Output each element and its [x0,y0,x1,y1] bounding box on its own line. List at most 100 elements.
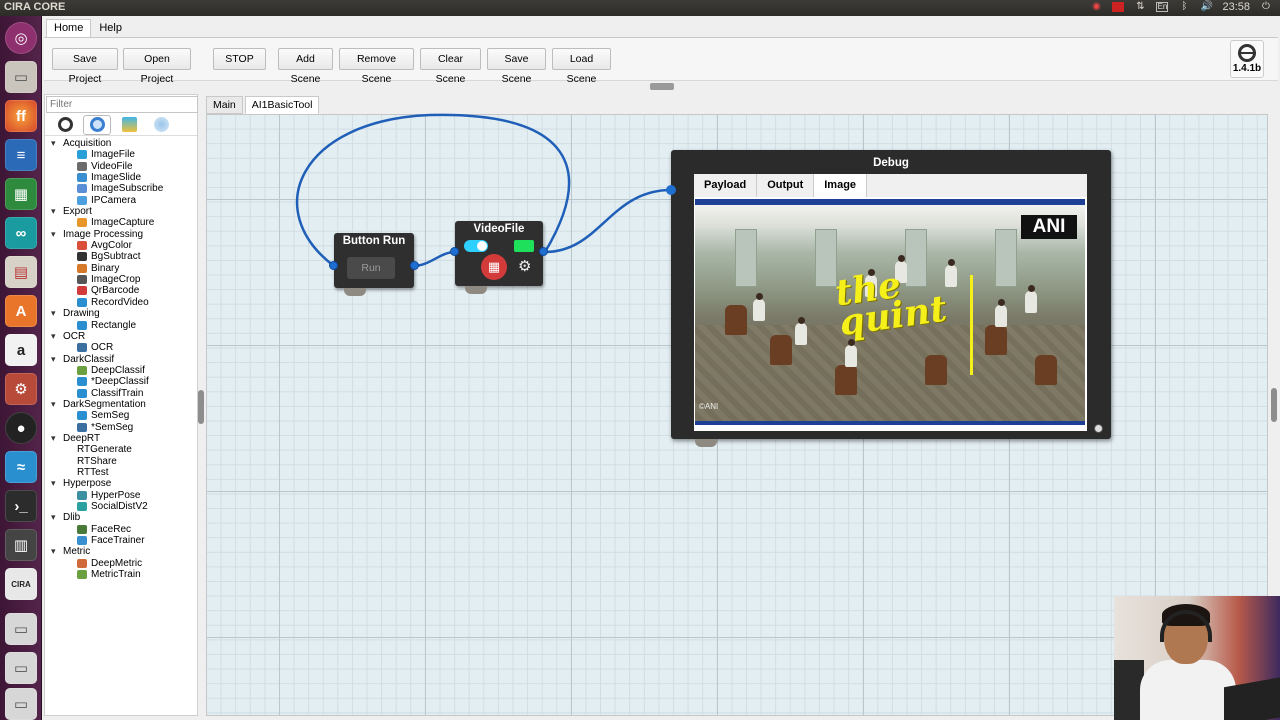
ciracore-icon[interactable]: CIRA [5,568,37,600]
app-icon[interactable]: ≈ [5,451,37,483]
tree-item[interactable]: Binary [49,263,197,274]
terminal-icon[interactable]: ›_ [5,490,37,522]
filter-input[interactable] [46,96,198,113]
drive-icon-3[interactable]: ▭ [5,688,37,720]
input-port[interactable] [666,185,676,195]
input-port[interactable] [329,261,338,270]
tab-ai1basictool[interactable]: AI1BasicTool [244,96,320,114]
tree-item[interactable]: HyperPose [49,490,197,501]
tree-item[interactable]: *SemSeg [49,422,197,433]
power-icon[interactable]: ⏻ [1260,1,1272,13]
tab-help[interactable]: Help [91,19,130,37]
amazon-icon[interactable]: a [5,334,37,366]
tab-image[interactable] [115,115,143,135]
clock[interactable]: 23:58 [1222,1,1250,13]
bluetooth-icon[interactable]: ᛒ [1178,1,1190,13]
tree-item[interactable]: RecordVideo [49,297,197,308]
ubuntu-dash-icon[interactable]: ◎ [5,22,37,54]
right-scrollbar[interactable] [1271,388,1277,422]
run-button[interactable]: Run [347,257,395,279]
volume-icon[interactable]: 🔊 [1200,1,1212,13]
chrome-icon[interactable]: ◉ [1090,1,1102,13]
left-scrollbar[interactable] [198,390,204,424]
drive-icon[interactable]: ▭ [5,613,37,645]
tree-category[interactable]: OCR [49,331,197,343]
tree-item[interactable]: ClassifTrain [49,388,197,399]
tree-item[interactable]: SemSeg [49,410,197,421]
output-port[interactable] [410,261,419,270]
tree-item[interactable]: RTGenerate [49,444,197,455]
output-port[interactable] [539,247,548,256]
film-icon[interactable]: ▦ [481,254,507,280]
tree-category[interactable]: Metric [49,546,197,558]
calc-icon[interactable]: ▦ [5,178,37,210]
tree-category[interactable]: DarkClassif [49,354,197,366]
debug-node[interactable]: Debug Payload Output Image the quint ANI… [666,150,1111,447]
tree-item[interactable]: SocialDistV2 [49,501,197,512]
tab-home[interactable]: Home [46,19,92,37]
tree-item[interactable]: RTShare [49,456,197,467]
tree-item[interactable]: ImageSubscribe [49,183,197,194]
tree-category[interactable]: Image Processing [49,229,197,241]
tree-item[interactable]: Rectangle [49,320,197,331]
tree-item[interactable]: ImageCrop [49,274,197,285]
drive-icon-2[interactable]: ▭ [5,652,37,684]
tree-item[interactable]: IPCamera [49,195,197,206]
tree-item[interactable]: MetricTrain [49,569,197,580]
monitor-icon[interactable]: ▥ [5,529,37,561]
remove-scene-button[interactable]: Remove Scene [339,48,414,85]
files-icon[interactable]: ▭ [5,61,37,93]
obs-icon[interactable]: ● [5,412,37,444]
save-project-button[interactable]: Save Project [52,48,118,85]
add-scene-button[interactable]: Add Scene [278,48,333,85]
videofile-node[interactable]: VideoFile ▦ ⚙ [450,221,548,294]
gear-icon[interactable]: ⚙ [518,257,531,275]
button-run-node[interactable]: Button Run Run [329,233,419,296]
tree-item[interactable]: OCR [49,342,197,353]
tree-item[interactable]: DeepClassif [49,365,197,376]
tree-item[interactable]: RTTest [49,467,197,478]
transfer-icon[interactable]: ⇅ [1134,1,1146,13]
tree-item[interactable]: FaceRec [49,524,197,535]
clear-scene-button[interactable]: Clear Scene [420,48,481,85]
firefox-icon[interactable]: ff [5,100,37,132]
save-scene-button[interactable]: Save Scene [487,48,546,85]
tab-image[interactable]: Image [814,174,868,197]
stop-button[interactable]: STOP [213,48,266,70]
document-viewer-icon[interactable]: ▤ [5,256,37,288]
tree-item[interactable]: DeepMetric [49,558,197,569]
tree-item[interactable]: ImageSlide [49,172,197,183]
tab-network[interactable] [83,114,111,135]
tree-category[interactable]: DeepRT [49,433,197,445]
tree-category[interactable]: Dlib [49,512,197,524]
language-indicator[interactable]: En [1156,2,1169,12]
tree-item[interactable]: AvgColor [49,240,197,251]
tree-category[interactable]: DarkSegmentation [49,399,197,411]
tree-item[interactable]: QrBarcode [49,285,197,296]
tree-category[interactable]: Drawing [49,308,197,320]
tab-payload[interactable]: Payload [694,174,758,197]
tree-item[interactable]: BgSubtract [49,251,197,262]
writer-icon[interactable]: ≡ [5,139,37,171]
tree-item[interactable]: *DeepClassif [49,376,197,387]
settings-icon[interactable]: ⚙ [5,373,37,405]
load-scene-button[interactable]: Load Scene [552,48,611,85]
open-project-button[interactable]: Open Project [123,48,191,85]
tree-item[interactable]: FaceTrainer [49,535,197,546]
resize-handle[interactable] [1094,424,1103,433]
tree-item[interactable]: ImageCapture [49,217,197,228]
tree-category[interactable]: Export [49,206,197,218]
input-port[interactable] [450,247,459,256]
tab-output[interactable]: Output [757,174,815,197]
tree-item[interactable]: VideoFile [49,161,197,172]
tree-item[interactable]: ImageFile [49,149,197,160]
enable-toggle[interactable] [464,240,488,252]
tab-cluster[interactable] [147,115,175,135]
arduino-icon[interactable]: ∞ [5,217,37,249]
tree-category[interactable]: Hyperpose [49,478,197,490]
software-center-icon[interactable]: A [5,295,37,327]
recorder-icon[interactable] [1112,2,1125,12]
tree-category[interactable]: Acquisition [49,138,197,150]
tab-main[interactable]: Main [206,96,243,114]
splitter-handle[interactable] [650,83,674,90]
